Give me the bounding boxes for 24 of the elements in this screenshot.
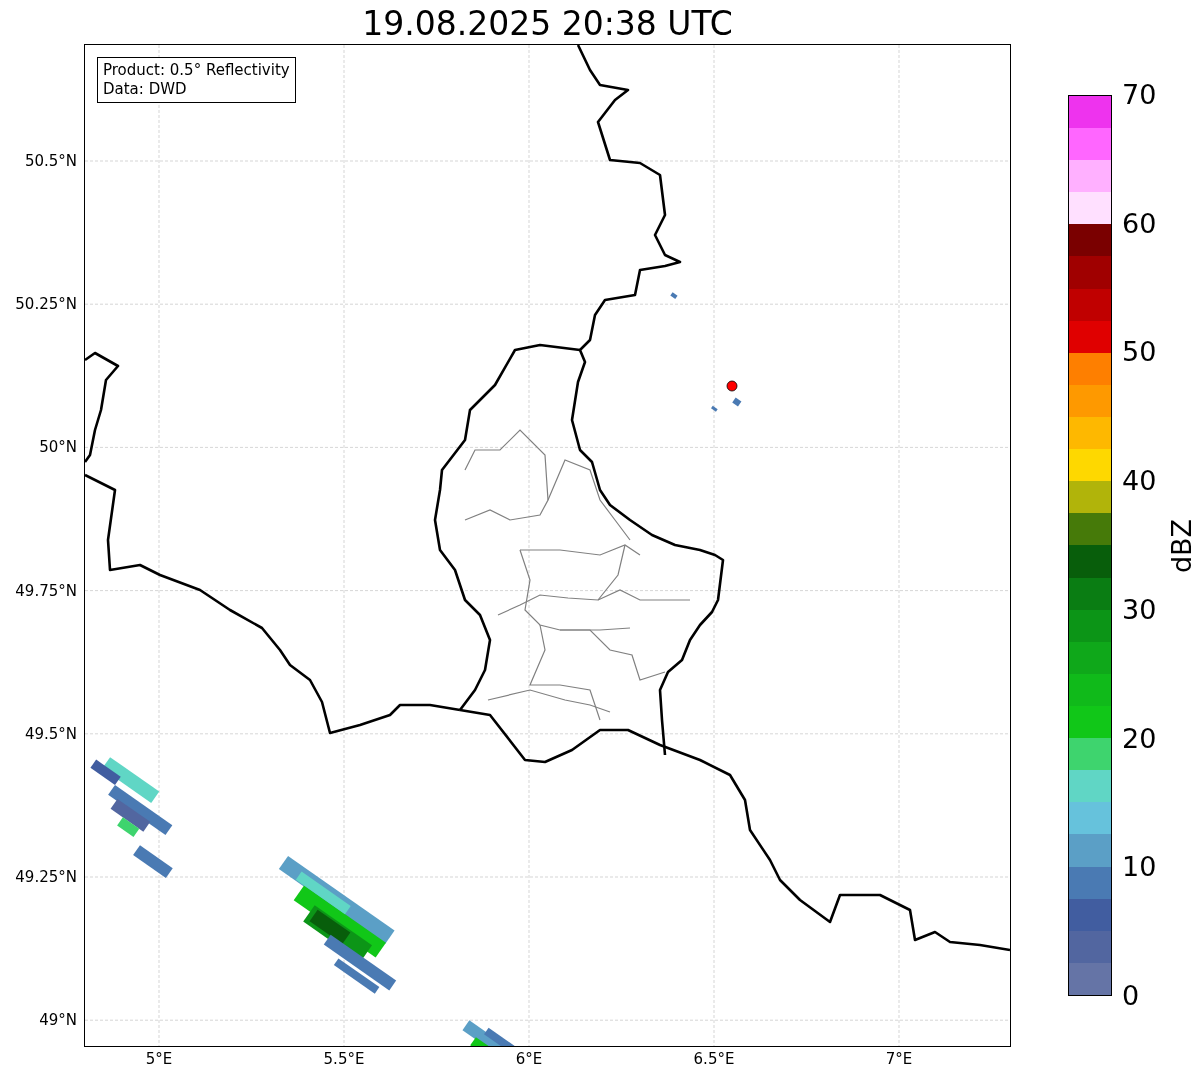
colorbar-tick-label: 60 xyxy=(1122,207,1157,240)
axis-label: 49.25°N xyxy=(15,868,77,886)
colorbar-tick-label: 0 xyxy=(1122,980,1140,1012)
axis-label: 50.5°N xyxy=(24,152,77,170)
colorbar-tick-label: 30 xyxy=(1122,593,1157,626)
axis-label: 6.5°E xyxy=(692,1050,736,1068)
legend-text: Product: 0.5° Reflectivity xyxy=(103,61,290,80)
axis-label: 49.5°N xyxy=(24,724,77,743)
axis-label: 49.75°N xyxy=(15,581,77,600)
axis-label: 50.25°N xyxy=(15,295,77,314)
axis-label: 5°E xyxy=(144,1050,174,1068)
colorbar-tick-label: 70 xyxy=(1122,79,1157,111)
legend-text: Data: DWD xyxy=(103,80,188,99)
colorbar-tick-label: 20 xyxy=(1122,722,1157,755)
axis-label: 6°E xyxy=(514,1050,544,1068)
axis-label: 50°N xyxy=(39,438,77,457)
colorbar-tick-label: 10 xyxy=(1122,851,1157,884)
colorbar-tick-label: 50 xyxy=(1122,336,1157,369)
axis-label: 49°N xyxy=(39,1011,77,1030)
chart-title: 19.08.2025 20:38 UTC xyxy=(361,4,734,44)
axis-label: 5.5°E xyxy=(322,1050,366,1068)
axis-label: 7°E xyxy=(884,1050,914,1068)
colorbar-label: dBZ xyxy=(1166,518,1199,574)
colorbar-tick-label: 40 xyxy=(1122,465,1157,498)
